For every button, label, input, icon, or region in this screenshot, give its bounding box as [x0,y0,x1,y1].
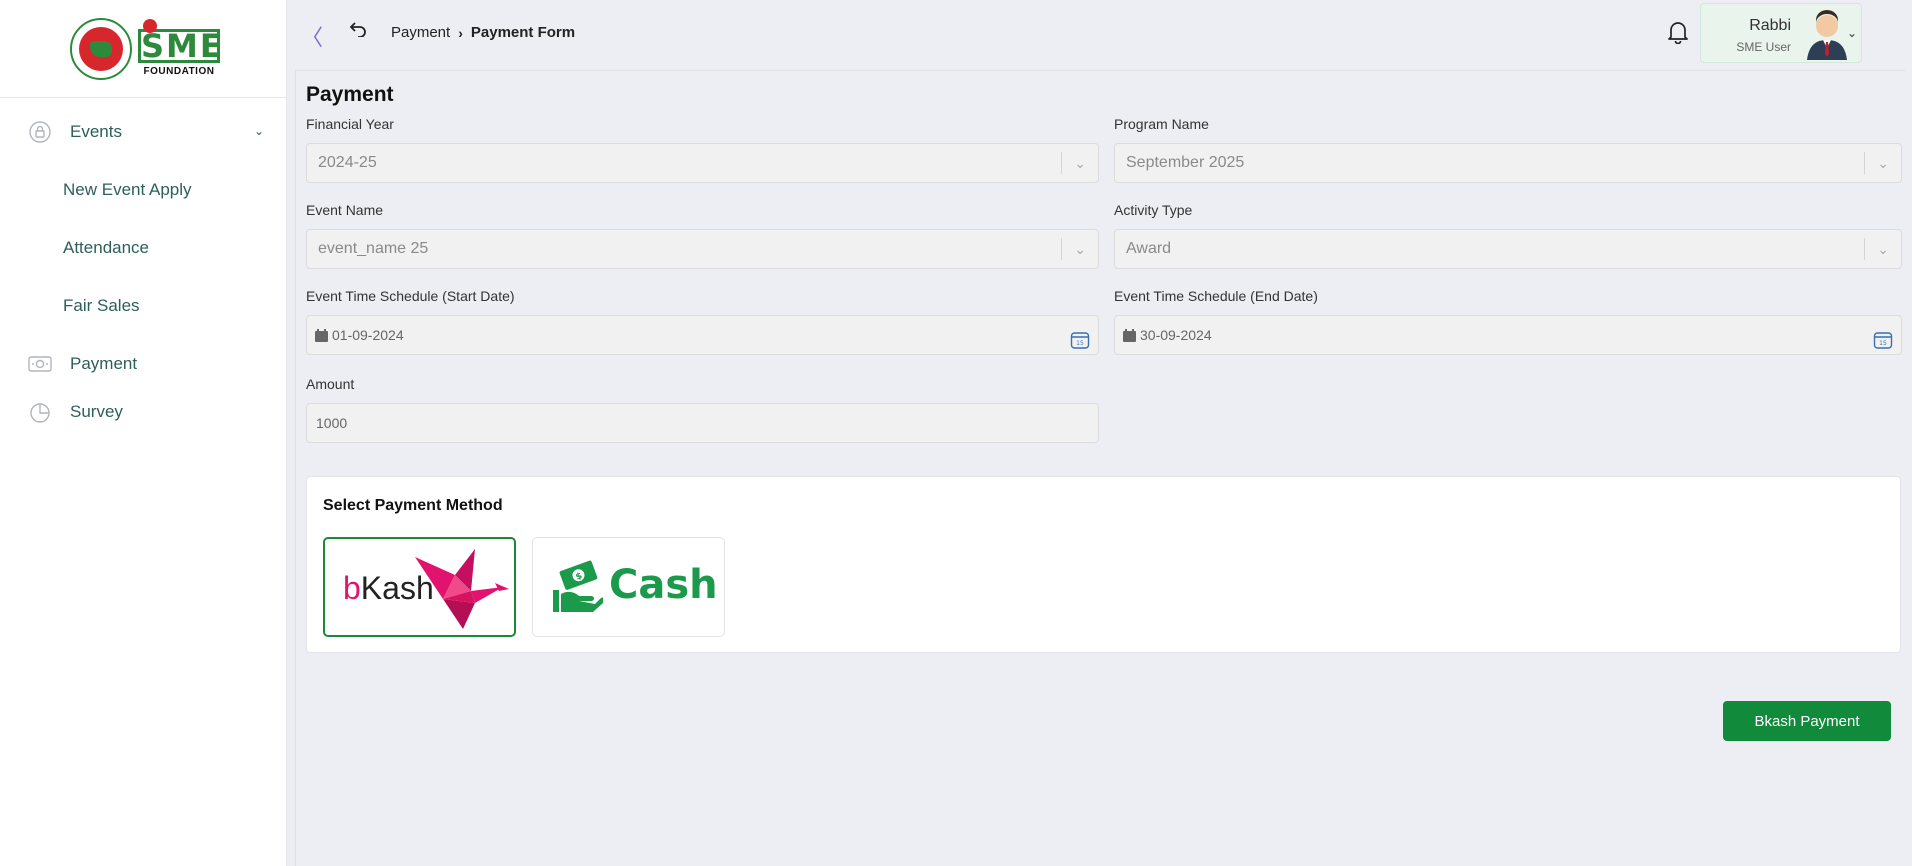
program-name-select[interactable]: September 2025 ⌄ [1114,143,1902,183]
logo-foundation-text: FOUNDATION [143,65,215,77]
chevron-down-icon: ⌄ [1074,155,1086,171]
end-date-value: 30-09-2024 [1140,327,1212,343]
select-divider [1061,238,1062,260]
sidebar-item-events[interactable]: Events ⌄ [0,110,286,154]
cash-label: Cash [609,562,718,608]
chevron-down-icon: ⌄ [1846,26,1857,40]
event-name-label: Event Name [306,202,384,218]
sidebar-item-attendance[interactable]: Attendance [0,226,286,270]
start-date-label: Event Time Schedule (Start Date) [306,288,515,304]
chevron-down-icon: ⌄ [1877,155,1889,171]
sidebar-item-label: Survey [70,402,123,421]
amount-input[interactable]: 1000 [306,403,1099,443]
bkash-bird-icon [413,547,511,631]
activity-type-label: Activity Type [1114,202,1193,218]
user-menu[interactable]: Rabbi SME User ⌄ [1700,3,1862,63]
cash-option[interactable]: $ Cash [532,537,725,637]
sme-foundation-logo: SME FOUNDATION [138,18,222,79]
end-date-label: Event Time Schedule (End Date) [1114,288,1318,304]
select-divider [1864,238,1865,260]
select-divider [1864,152,1865,174]
sidebar-item-fair-sales[interactable]: Fair Sales [0,284,286,328]
page-title: Payment [306,83,394,106]
pie-chart-icon [28,400,52,424]
user-role: SME User [1736,40,1791,54]
money-icon [28,352,52,376]
sidebar-item-label: Events [70,122,122,141]
event-name-select[interactable]: event_name 25 ⌄ [306,229,1099,269]
main-content: Payment Financial Year 2024-25 ⌄ Program… [295,70,1905,866]
event-name-value: event_name 25 [318,240,429,257]
bkash-payment-button[interactable]: Bkash Payment [1723,701,1891,741]
amount-value: 1000 [316,415,348,431]
breadcrumb-current: Payment Form [470,24,576,41]
amount-label: Amount [306,376,355,392]
bkash-option[interactable]: bKash [323,537,516,637]
activity-type-select[interactable]: Award ⌄ [1114,229,1902,269]
end-date-input[interactable]: 30-09-2024 15 [1114,315,1902,355]
sidebar-nav: Events ⌄ New Event Apply Attendance Fair… [0,98,286,434]
breadcrumb: Payment › Payment Form [391,24,575,41]
chevron-down-icon: ⌄ [1074,241,1086,257]
chevron-down-icon: ⌄ [253,124,264,138]
sidebar-item-survey[interactable]: Survey [0,390,286,434]
svg-text:15: 15 [1076,340,1084,347]
select-divider [1061,152,1062,174]
calendar-picker-icon[interactable]: 15 [1873,326,1893,349]
chevron-right-icon: › [458,24,463,41]
chevron-down-icon: ⌄ [1877,241,1889,257]
logo-area: SME FOUNDATION [0,0,286,98]
calendar-picker-icon[interactable]: 15 [1070,326,1090,349]
bell-icon[interactable] [1667,20,1689,45]
lock-circle-icon [28,120,52,144]
back-arrow-icon[interactable] [349,21,367,42]
payment-method-title: Select Payment Method [323,497,503,514]
calendar-icon [315,318,328,342]
government-emblem-logo [70,17,132,80]
top-header: 〈 Payment › Payment Form Rabbi SME User … [287,0,1912,66]
sidebar-item-label: Payment [70,354,138,373]
program-name-value: September 2025 [1126,154,1245,171]
sidebar: SME FOUNDATION Events ⌄ New Event Apply … [0,0,287,866]
breadcrumb-parent[interactable]: Payment [391,24,450,41]
payment-method-card: Select Payment Method bKash $ Cash [306,476,1901,653]
financial-year-value: 2024-25 [318,154,377,171]
collapse-sidebar-icon[interactable]: 〈 [301,20,323,52]
svg-text:15: 15 [1879,340,1887,347]
cash-hand-icon: $ [551,560,605,616]
activity-type-value: Award [1126,240,1172,257]
logo-red-dot [143,18,157,33]
sidebar-item-payment[interactable]: Payment [0,342,286,386]
sidebar-item-new-event-apply[interactable]: New Event Apply [0,168,286,212]
start-date-input[interactable]: 01-09-2024 15 [306,315,1099,355]
financial-year-select[interactable]: 2024-25 ⌄ [306,143,1099,183]
start-date-value: 01-09-2024 [332,327,404,343]
program-name-label: Program Name [1114,116,1209,132]
user-name: Rabbi [1749,17,1791,34]
sme-logo-letters: SME [138,28,222,63]
financial-year-label: Financial Year [306,116,394,132]
avatar [1805,8,1849,60]
bkash-logo-b: b [343,570,361,606]
calendar-icon [1123,318,1136,342]
